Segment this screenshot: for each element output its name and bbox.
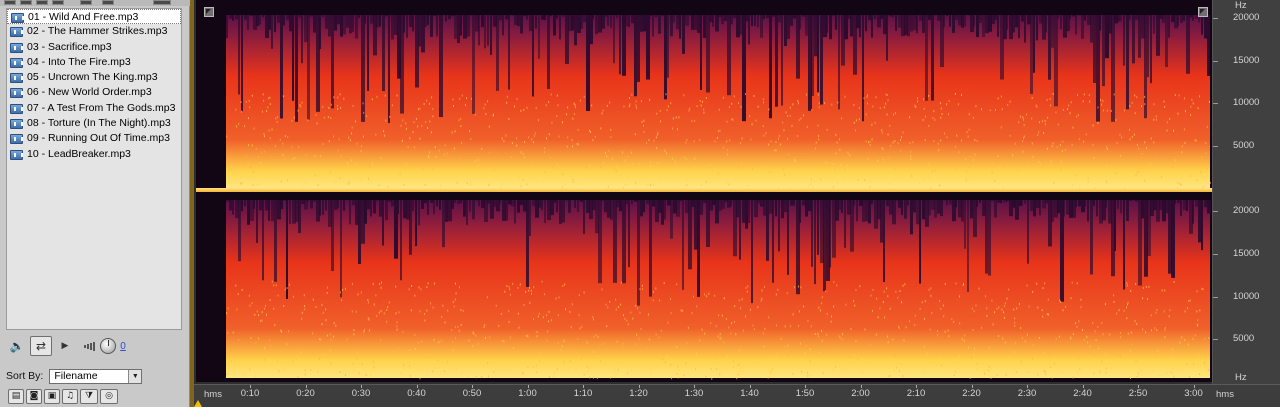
audio-file-icon <box>10 42 23 53</box>
toolbar-button-4[interactable] <box>52 0 64 5</box>
speaker-icon[interactable]: 🔈 <box>8 336 26 356</box>
loop-button[interactable] <box>30 336 52 356</box>
spectrogram-right-image <box>226 200 1211 380</box>
file-name: 07 - A Test From The Gods.mp3 <box>27 101 176 114</box>
file-name: 06 - New World Order.mp3 <box>27 86 152 99</box>
zoom-out-full-button[interactable] <box>204 7 214 17</box>
playhead-marker[interactable] <box>194 400 202 407</box>
file-name: 09 - Running Out Of Time.mp3 <box>27 132 170 145</box>
panel-toolbar-strip <box>0 0 190 6</box>
zoom-out-full-button-right[interactable] <box>1198 7 1208 17</box>
file-list-item[interactable]: 01 - Wild And Free.mp3 <box>7 9 181 25</box>
frequency-ruler: Hz 20000 15000 10000 5000 20000 15000 10… <box>1212 0 1280 384</box>
chevron-down-icon[interactable]: ▼ <box>128 369 142 383</box>
preview-transport: 🔈 ▶ 0 <box>6 336 184 358</box>
time-label: 2:20 <box>962 388 981 399</box>
toolbar-icon-3[interactable]: ▣ <box>44 389 60 404</box>
file-list-item[interactable]: 10 - LeadBreaker.mp3 <box>7 147 181 162</box>
file-name: 04 - Into The Fire.mp3 <box>27 55 131 68</box>
hz-label-top-15000: 15000 <box>1233 55 1260 66</box>
time-label: 1:50 <box>795 388 815 399</box>
filter-icon[interactable]: ⧩ <box>80 389 98 404</box>
time-label: 3:00 <box>1184 388 1203 399</box>
file-name: 02 - The Hammer Strikes.mp3 <box>27 25 168 38</box>
toolbar-button-6[interactable] <box>102 0 114 5</box>
time-label: 2:10 <box>906 388 926 399</box>
cd-icon[interactable]: ◎ <box>100 389 118 404</box>
time-label: 2:00 <box>851 388 870 399</box>
sort-row: Sort By: Filename ▼ <box>6 368 184 384</box>
files-panel: 01 - Wild And Free.mp3 02 - The Hammer St… <box>0 0 190 407</box>
audio-file-icon <box>10 73 23 84</box>
hz-label-bottom-15000: 15000 <box>1233 248 1260 259</box>
audio-file-icon <box>10 149 23 160</box>
file-list-item[interactable]: 04 - Into The Fire.mp3 <box>7 55 181 70</box>
play-icon[interactable]: ▶ <box>58 336 72 356</box>
file-list-item[interactable]: 02 - The Hammer Strikes.mp3 <box>7 24 181 39</box>
sort-select-value: Filename <box>54 369 98 382</box>
audio-file-icon <box>11 13 24 23</box>
sort-select[interactable]: Filename ▼ <box>49 368 143 384</box>
toolbar-icon-2[interactable]: ◙ <box>26 389 42 404</box>
file-name: 01 - Wild And Free.mp3 <box>28 11 139 23</box>
hz-label-top-20000: 20000 <box>1233 12 1260 23</box>
time-label: 0:10 <box>240 388 260 399</box>
time-unit-left: hms <box>204 389 222 400</box>
file-list-item[interactable]: 05 - Uncrown The King.mp3 <box>7 70 181 85</box>
toolbar-button-3[interactable] <box>36 0 48 5</box>
spectral-display[interactable]: Hz 20000 15000 10000 5000 20000 15000 10… <box>194 0 1280 407</box>
toolbar-icon-1[interactable]: ▤ <box>8 389 24 404</box>
file-name: 05 - Uncrown The King.mp3 <box>27 71 158 84</box>
hz-label-bottom-5000: 5000 <box>1233 333 1255 344</box>
time-label: 1:00 <box>518 388 537 399</box>
file-name: 10 - LeadBreaker.mp3 <box>27 147 131 160</box>
hz-label-top-5000: 5000 <box>1233 140 1255 151</box>
file-list-item[interactable]: 03 - Sacrifice.mp3 <box>7 40 181 55</box>
time-label: 1:40 <box>740 388 759 399</box>
time-unit-right: hms <box>1216 389 1234 400</box>
volume-meter-icon <box>82 336 98 356</box>
audio-file-icon <box>10 134 23 145</box>
sort-label: Sort By: <box>6 370 44 382</box>
time-label: 0:40 <box>407 388 426 399</box>
file-name: 03 - Sacrifice.mp3 <box>27 40 112 53</box>
file-list-item[interactable]: 06 - New World Order.mp3 <box>7 85 181 100</box>
time-label: 0:50 <box>462 388 482 399</box>
time-label: 2:40 <box>1073 388 1092 399</box>
time-label: 2:30 <box>1017 388 1037 399</box>
toolbar-button-5[interactable] <box>80 0 92 5</box>
audio-file-icon <box>10 57 23 68</box>
time-label: 1:30 <box>684 388 704 399</box>
toolbar-button-1[interactable] <box>4 0 16 5</box>
time-label: 1:10 <box>573 388 593 399</box>
hz-label-bottom-10000: 10000 <box>1233 291 1260 302</box>
hz-label-bottom-20000: 20000 <box>1233 205 1260 216</box>
time-label: 0:20 <box>296 388 315 399</box>
file-list-item[interactable]: 07 - A Test From The Gods.mp3 <box>7 101 181 116</box>
spectrogram-right-channel[interactable] <box>196 192 1212 382</box>
file-list-item[interactable]: 08 - Torture (In The Night).mp3 <box>7 116 181 131</box>
bottom-toolbar: ▤ ◙ ▣ ♫ ⧩ ◎ <box>8 389 118 405</box>
audio-file-icon <box>10 103 23 114</box>
audio-file-icon <box>10 27 23 38</box>
time-label: 1:20 <box>629 388 648 399</box>
volume-knob[interactable] <box>100 338 116 354</box>
spectrogram-left-image <box>226 15 1211 189</box>
file-name: 08 - Torture (In The Night).mp3 <box>27 117 171 130</box>
time-label: 2:50 <box>1128 388 1148 399</box>
time-ruler[interactable]: hms 0:10 0:20 0:30 0:40 0:50 1:00 1:10 1:20 1:30… <box>194 384 1280 407</box>
spectrogram-left-channel[interactable] <box>196 0 1212 189</box>
audio-file-icon <box>10 88 23 99</box>
hz-label-top-10000: 10000 <box>1233 97 1260 108</box>
toolbar-icon-4[interactable]: ♫ <box>62 389 78 404</box>
file-list-item[interactable]: 09 - Running Out Of Time.mp3 <box>7 131 181 146</box>
audio-file-icon <box>10 119 23 130</box>
toolbar-button-2[interactable] <box>20 0 32 5</box>
volume-value[interactable]: 0 <box>118 336 128 356</box>
hz-unit-label: Hz <box>1235 0 1247 11</box>
hz-unit-label-bottom: Hz <box>1235 372 1247 383</box>
toolbar-button-7[interactable] <box>153 0 171 5</box>
file-list[interactable]: 01 - Wild And Free.mp3 02 - The Hammer St… <box>6 8 182 330</box>
time-label: 0:30 <box>351 388 371 399</box>
